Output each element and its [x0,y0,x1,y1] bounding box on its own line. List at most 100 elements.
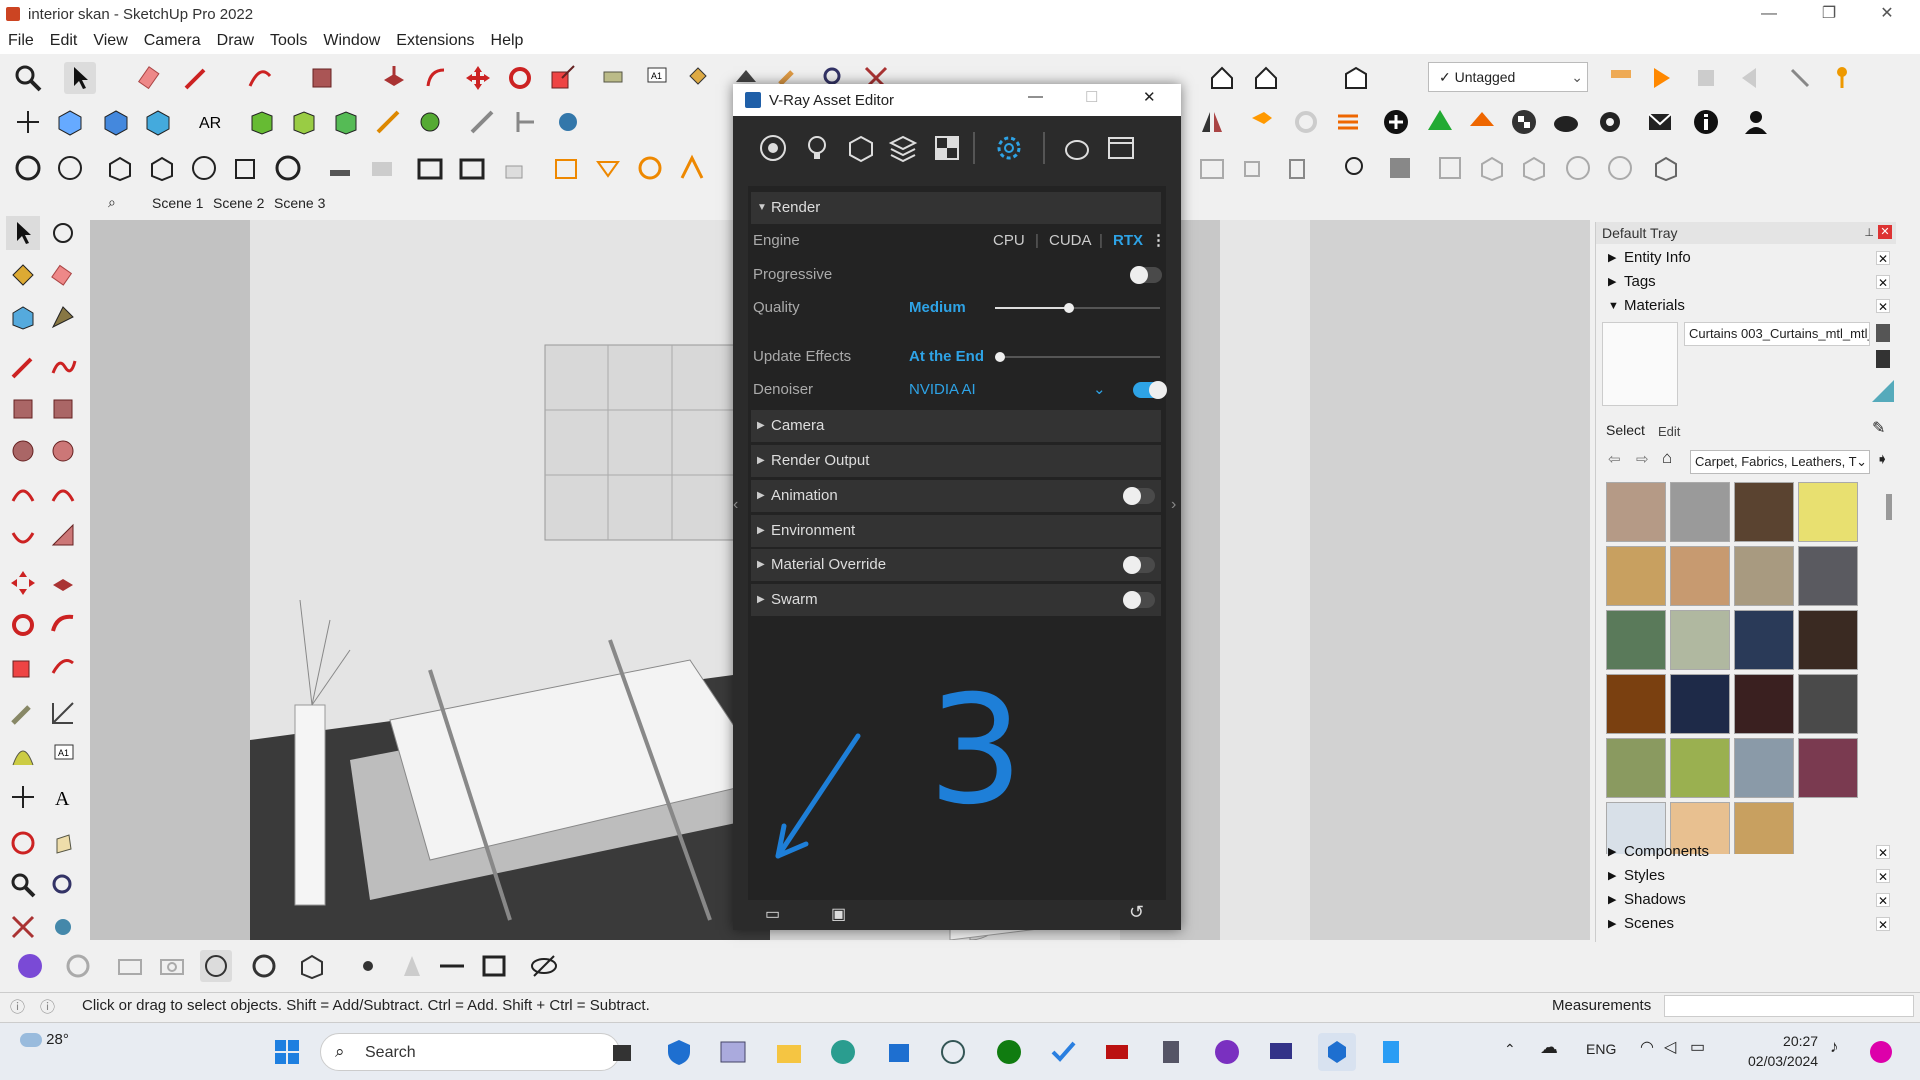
app-red-icon[interactable] [1098,1033,1136,1071]
pencil-icon[interactable] [180,62,212,94]
update-effects-slider[interactable] [995,352,1160,362]
dot-light-icon[interactable] [352,950,384,982]
vray-vision-icon[interactable] [14,950,46,982]
close-panel-icon[interactable]: ✕ [1876,893,1890,908]
material-swatch[interactable] [1798,482,1858,542]
quality-slider-track[interactable] [995,303,1160,313]
collapse-right-icon[interactable]: › [1171,496,1176,514]
iso-view-icon[interactable] [54,106,86,138]
todo-icon[interactable] [1044,1033,1082,1071]
copilot-icon[interactable] [1862,1033,1900,1071]
position-camera-tool-icon[interactable] [46,910,80,944]
sphere-light-icon[interactable] [634,152,666,184]
material-swatch[interactable] [1798,546,1858,606]
zoom-window-tool-icon[interactable] [46,868,80,902]
xbox-icon[interactable] [990,1033,1028,1071]
material-swatch[interactable] [1798,738,1858,798]
frame-buffer-icon[interactable] [1103,130,1139,166]
menu-draw[interactable]: Draw [209,32,262,50]
arc-tool-icon[interactable] [6,476,40,510]
section-plane-icon[interactable] [1605,62,1637,94]
tag-select[interactable]: ✓ Untagged ⌄ [1428,62,1588,92]
subtract-icon[interactable] [188,152,220,184]
geo-location-icon[interactable]: ⓘ [10,996,25,1017]
window-frame-icon[interactable] [414,152,446,184]
language-indicator[interactable]: ENG [1586,1041,1616,1057]
timer-icon[interactable] [200,950,232,982]
brush-icon[interactable] [372,106,404,138]
home-library-icon[interactable]: ⌂ [1662,448,1672,468]
follow-me-icon[interactable] [420,62,452,94]
denoiser-select[interactable]: NVIDIA AI [909,375,976,405]
close-panel-icon[interactable]: ✕ [1876,299,1890,314]
taskbar-search[interactable]: ⌕ Search [320,1033,620,1071]
calculator-icon[interactable] [1152,1033,1190,1071]
file-explorer-icon[interactable] [770,1033,808,1071]
swarm-section[interactable]: ▶ Swarm [751,584,1161,616]
weather-widget[interactable]: 28° [20,1031,69,1048]
swatch-scrollbar[interactable] [1886,494,1892,520]
component-shield-icon[interactable] [330,106,362,138]
task-view-icon[interactable] [604,1033,642,1071]
cursor-cube-icon[interactable] [1650,152,1682,184]
eraser-icon[interactable] [135,62,167,94]
material-swatch[interactable] [1734,674,1794,734]
camera-video-icon[interactable] [114,950,146,982]
material-swatch[interactable] [1670,546,1730,606]
tab-scene-2[interactable]: Scene 2 [213,195,264,211]
create-material-icon[interactable] [1876,324,1890,342]
rectangle-icon[interactable] [306,62,338,94]
component-icon[interactable] [288,106,320,138]
zoom-extents-tool-icon[interactable] [6,910,40,944]
engine-rtx[interactable]: RTX [1113,226,1143,256]
library-select[interactable]: Carpet, Fabrics, Leathers, T ⌄ [1690,450,1870,474]
volume-icon[interactable]: ◁ [1664,1037,1676,1057]
open-folder-icon[interactable]: ▭ [765,904,780,924]
info-icon[interactable] [1690,106,1722,138]
sphere-icon[interactable] [1562,152,1594,184]
lock-icon[interactable] [498,152,530,184]
tab-select[interactable]: Select [1606,422,1645,438]
menu-view[interactable]: View [85,32,135,50]
circle-icon[interactable] [6,434,40,468]
panel-styles[interactable]: ▶ Styles ✕ [1598,864,1896,888]
mirror-icon[interactable] [1196,106,1228,138]
render-interactive-icon[interactable] [62,950,94,982]
move-tool-icon[interactable] [6,566,40,600]
home-icon[interactable] [1250,62,1282,94]
material-swatch[interactable] [1734,482,1794,542]
menu-tools[interactable]: Tools [262,32,315,50]
measurements-input[interactable] [1664,995,1914,1017]
light-bulb-icon[interactable] [550,152,582,184]
vray-close-button[interactable]: ✕ [1143,88,1156,106]
dropper-icon[interactable] [552,106,584,138]
scale-tool-icon[interactable] [6,650,40,684]
eyedropper-icon[interactable]: ✎ [1872,418,1885,438]
3pt-arc-icon[interactable] [6,518,40,552]
walk-icon[interactable] [1784,62,1816,94]
outer-shell-icon[interactable] [54,152,86,184]
textured-icon[interactable] [142,106,174,138]
close-panel-icon[interactable]: ✕ [1876,869,1890,884]
material-swatch[interactable] [1670,610,1730,670]
material-swatch[interactable] [1606,674,1666,734]
material-swatch[interactable] [1670,482,1730,542]
material-name-field[interactable]: Curtains 003_Curtains_mtl_mtl_ [1684,322,1870,346]
paint-bucket-icon[interactable] [682,62,714,94]
app-monitor-icon[interactable] [1262,1033,1300,1071]
render-output-section[interactable]: ▶ Render Output [751,445,1161,477]
animation-toggle[interactable] [1123,487,1155,505]
progressive-toggle[interactable] [1130,266,1162,284]
rotate-icon[interactable] [504,62,536,94]
material-swatch[interactable] [1734,738,1794,798]
orbit-tool-icon[interactable] [6,826,40,860]
material-swatch[interactable] [1606,738,1666,798]
line-tool-icon[interactable] [466,106,498,138]
chevron-up-icon[interactable]: ⌃ [1504,1041,1516,1058]
stop-icon[interactable] [1690,62,1722,94]
panel-scenes[interactable]: ▶ Scenes ✕ [1598,912,1896,936]
swarm-toggle[interactable] [1123,591,1155,609]
close-panel-icon[interactable]: ✕ [1876,917,1890,932]
text-icon[interactable]: A1 [640,62,672,94]
select-tool-icon[interactable] [64,62,96,94]
